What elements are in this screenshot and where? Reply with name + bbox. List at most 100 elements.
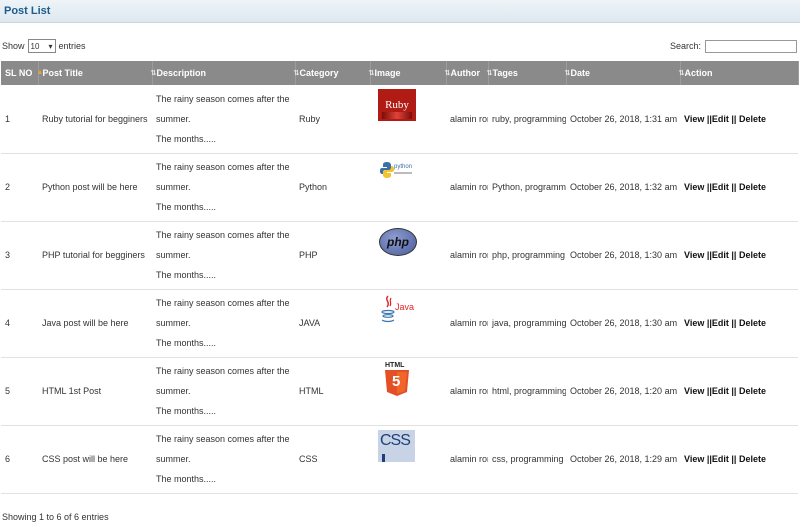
author-cell: alamin rony [450, 386, 488, 396]
post-table: SL NO ▲ Post Title ⇅ Description ⇅ Category… [1, 61, 799, 494]
date-cell: October 26, 2018, 1:30 am [570, 318, 678, 328]
view-link[interactable]: View [684, 182, 704, 192]
date-cell: October 26, 2018, 1:30 am [570, 250, 678, 260]
table-row: 3 PHP tutorial for begginers The rainy s… [1, 221, 798, 289]
category-cell: PHP [299, 250, 318, 260]
action-cell: View ||Edit || Delete [684, 250, 766, 260]
author-cell: alamin rony [450, 454, 488, 464]
description-cell: The rainy season comes after the summer.… [156, 93, 290, 144]
description-cell: The rainy season comes after the summer.… [156, 434, 290, 484]
tags-cell: php, programming [492, 250, 566, 260]
col-header-tags[interactable]: ⇅ Tages [486, 61, 567, 85]
table-controls: Show 10 ▾ entries Search: [0, 36, 800, 56]
sort-icon: ⇅ [486, 70, 493, 77]
author-cell: alamin rony [450, 318, 488, 328]
category-cell: CSS [299, 454, 318, 464]
image-cell: HTML 5 [370, 357, 446, 425]
post-title-cell: CSS post will be here [42, 454, 129, 464]
delete-link[interactable]: Delete [739, 386, 766, 396]
post-title-cell: PHP tutorial for begginers [42, 250, 145, 260]
view-link[interactable]: View [684, 454, 704, 464]
tags-cell: html, programming [492, 386, 566, 396]
table-header-row: SL NO ▲ Post Title ⇅ Description ⇅ Category… [1, 61, 799, 85]
image-cell: python [370, 153, 446, 221]
post-title-cell: HTML 1st Post [42, 386, 102, 396]
table-row: 5 HTML 1st Post The rainy season comes a… [1, 357, 798, 425]
table-info: Showing 1 to 6 of 6 entries [2, 511, 109, 522]
view-link[interactable]: View [684, 250, 704, 260]
post-title-cell: Java post will be here [42, 318, 129, 328]
tags-cell: java, programming [492, 318, 566, 328]
action-cell: View ||Edit || Delete [684, 318, 766, 328]
html5-logo-icon: HTML 5 [382, 362, 419, 396]
edit-link[interactable]: Edit [712, 454, 729, 464]
python-logo-icon: python [378, 158, 415, 190]
description-cell: The rainy season comes after the summer.… [156, 162, 290, 212]
action-cell: View ||Edit || Delete [684, 182, 766, 192]
edit-link[interactable]: Edit [712, 386, 729, 396]
sl-no-cell: 4 [5, 318, 11, 328]
col-header-image[interactable]: ⇅ Image [368, 61, 447, 85]
col-header-action[interactable]: ⇅ Action [679, 61, 799, 85]
col-header-sl-no[interactable]: SL NO [1, 61, 39, 85]
php-logo-icon: php [378, 226, 417, 258]
delete-link[interactable]: Delete [739, 114, 766, 124]
edit-link[interactable]: Edit [712, 318, 729, 328]
ruby-logo-icon: Ruby [378, 89, 416, 121]
sort-icon: ⇅ [444, 70, 451, 77]
edit-link[interactable]: Edit [712, 114, 729, 124]
col-header-author[interactable]: ⇅ Author [444, 61, 489, 85]
col-header-post-title[interactable]: ▲ Post Title [36, 61, 153, 85]
image-cell: CSS [370, 425, 446, 493]
col-header-category[interactable]: ⇅ Category [293, 61, 371, 85]
category-cell: JAVA [299, 318, 321, 328]
table-row: 2 Python post will be here The rainy sea… [1, 153, 798, 221]
page-size-value: 10 [30, 41, 40, 51]
col-header-description[interactable]: ⇅ Description [150, 61, 296, 85]
author-cell: alamin rony [450, 113, 488, 124]
search-label: Search: [669, 41, 701, 51]
edit-link[interactable]: Edit [712, 250, 729, 260]
action-cell: View ||Edit || Delete [684, 113, 766, 124]
post-title-cell: Ruby tutorial for begginers [42, 113, 148, 124]
table-row: 6 CSS post will be here The rainy season… [1, 425, 798, 493]
date-cell: October 26, 2018, 1:31 am [570, 113, 678, 124]
view-link[interactable]: View [684, 318, 704, 328]
sort-icon: ⇅ [150, 70, 157, 77]
table-row: 1 Ruby tutorial for begginers The rainy … [1, 85, 798, 153]
sl-no-cell: 3 [5, 250, 11, 260]
page-size-control: Show 10 ▾ entries [2, 39, 86, 53]
author-cell: alamin rony [450, 250, 488, 260]
tags-cell: Python, programming [492, 182, 566, 192]
search-control: Search: [669, 39, 797, 53]
delete-link[interactable]: Delete [739, 454, 766, 464]
delete-link[interactable]: Delete [739, 182, 766, 192]
sl-no-cell: 1 [5, 113, 11, 124]
edit-link[interactable]: Edit [712, 182, 729, 192]
author-cell: alamin rony [450, 182, 488, 192]
image-cell: php [370, 221, 446, 289]
java-logo-icon: Java [378, 294, 415, 326]
date-cell: October 26, 2018, 1:20 am [570, 386, 678, 396]
description-cell: The rainy season comes after the summer.… [156, 298, 290, 348]
sort-icon: ⇅ [293, 70, 300, 77]
delete-link[interactable]: Delete [739, 250, 766, 260]
category-cell: Python [299, 182, 328, 192]
sl-no-cell: 2 [5, 182, 11, 192]
sort-icon: ⇅ [368, 70, 375, 77]
delete-link[interactable]: Delete [739, 318, 766, 328]
image-cell: Java [370, 289, 446, 357]
view-link[interactable]: View [684, 386, 704, 396]
page-title: Post List [4, 5, 51, 17]
view-link[interactable]: View [684, 114, 704, 124]
panel-header: Post List [0, 0, 800, 23]
search-input[interactable] [705, 39, 797, 53]
col-header-date[interactable]: ⇅ Date [565, 61, 681, 85]
table-row: 4 Java post will be here The rainy seaso… [1, 289, 798, 357]
category-cell: HTML [299, 386, 324, 396]
category-cell: Ruby [299, 113, 321, 124]
sl-no-cell: 6 [5, 454, 11, 464]
page-size-select[interactable]: 10 ▾ [27, 39, 56, 53]
action-cell: View ||Edit || Delete [684, 386, 766, 396]
sort-icon: ▲ [36, 69, 44, 76]
